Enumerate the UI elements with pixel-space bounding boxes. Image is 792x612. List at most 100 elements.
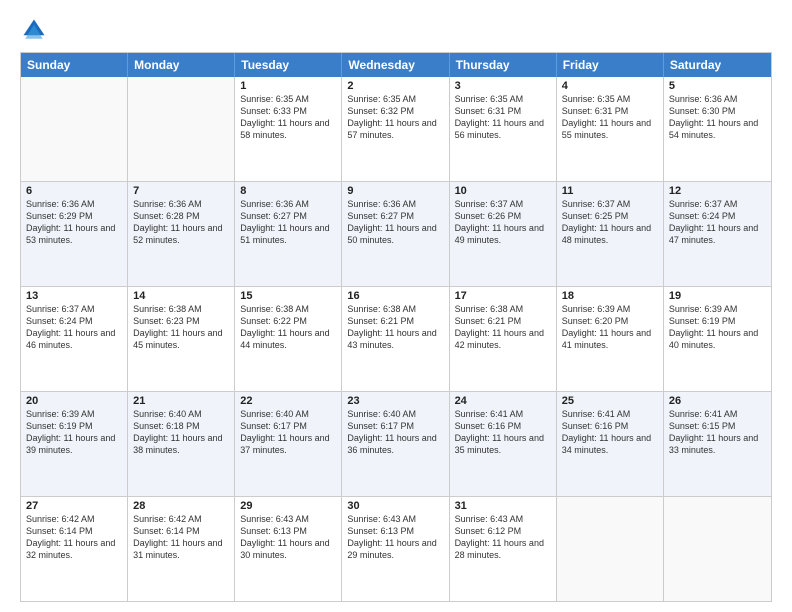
day-info: Sunrise: 6:40 AM Sunset: 6:18 PM Dayligh… — [133, 408, 229, 457]
day-number: 22 — [240, 395, 336, 407]
day-info: Sunrise: 6:36 AM Sunset: 6:29 PM Dayligh… — [26, 198, 122, 247]
day-number: 2 — [347, 80, 443, 92]
header-day-sunday: Sunday — [21, 53, 128, 77]
cal-cell-day-18: 18Sunrise: 6:39 AM Sunset: 6:20 PM Dayli… — [557, 287, 664, 391]
cal-cell-day-26: 26Sunrise: 6:41 AM Sunset: 6:15 PM Dayli… — [664, 392, 771, 496]
cal-cell-day-27: 27Sunrise: 6:42 AM Sunset: 6:14 PM Dayli… — [21, 497, 128, 601]
calendar-row-5: 27Sunrise: 6:42 AM Sunset: 6:14 PM Dayli… — [21, 496, 771, 601]
day-info: Sunrise: 6:35 AM Sunset: 6:32 PM Dayligh… — [347, 93, 443, 142]
day-info: Sunrise: 6:43 AM Sunset: 6:13 PM Dayligh… — [240, 513, 336, 562]
header — [20, 16, 772, 44]
day-info: Sunrise: 6:35 AM Sunset: 6:33 PM Dayligh… — [240, 93, 336, 142]
calendar-row-3: 13Sunrise: 6:37 AM Sunset: 6:24 PM Dayli… — [21, 286, 771, 391]
day-number: 15 — [240, 290, 336, 302]
cal-cell-empty — [664, 497, 771, 601]
logo — [20, 16, 52, 44]
cal-cell-day-9: 9Sunrise: 6:36 AM Sunset: 6:27 PM Daylig… — [342, 182, 449, 286]
day-number: 11 — [562, 185, 658, 197]
day-number: 16 — [347, 290, 443, 302]
cal-cell-day-21: 21Sunrise: 6:40 AM Sunset: 6:18 PM Dayli… — [128, 392, 235, 496]
cal-cell-day-2: 2Sunrise: 6:35 AM Sunset: 6:32 PM Daylig… — [342, 77, 449, 181]
day-info: Sunrise: 6:36 AM Sunset: 6:28 PM Dayligh… — [133, 198, 229, 247]
day-info: Sunrise: 6:36 AM Sunset: 6:27 PM Dayligh… — [347, 198, 443, 247]
day-number: 21 — [133, 395, 229, 407]
day-number: 7 — [133, 185, 229, 197]
cal-cell-day-12: 12Sunrise: 6:37 AM Sunset: 6:24 PM Dayli… — [664, 182, 771, 286]
calendar-body: 1Sunrise: 6:35 AM Sunset: 6:33 PM Daylig… — [21, 77, 771, 601]
cal-cell-empty — [21, 77, 128, 181]
cal-cell-day-25: 25Sunrise: 6:41 AM Sunset: 6:16 PM Dayli… — [557, 392, 664, 496]
cal-cell-day-6: 6Sunrise: 6:36 AM Sunset: 6:29 PM Daylig… — [21, 182, 128, 286]
day-info: Sunrise: 6:35 AM Sunset: 6:31 PM Dayligh… — [562, 93, 658, 142]
day-number: 5 — [669, 80, 766, 92]
cal-cell-day-13: 13Sunrise: 6:37 AM Sunset: 6:24 PM Dayli… — [21, 287, 128, 391]
day-number: 4 — [562, 80, 658, 92]
cal-cell-day-14: 14Sunrise: 6:38 AM Sunset: 6:23 PM Dayli… — [128, 287, 235, 391]
cal-cell-day-31: 31Sunrise: 6:43 AM Sunset: 6:12 PM Dayli… — [450, 497, 557, 601]
day-number: 1 — [240, 80, 336, 92]
day-number: 18 — [562, 290, 658, 302]
cal-cell-day-16: 16Sunrise: 6:38 AM Sunset: 6:21 PM Dayli… — [342, 287, 449, 391]
day-info: Sunrise: 6:42 AM Sunset: 6:14 PM Dayligh… — [26, 513, 122, 562]
day-number: 23 — [347, 395, 443, 407]
cal-cell-day-23: 23Sunrise: 6:40 AM Sunset: 6:17 PM Dayli… — [342, 392, 449, 496]
day-info: Sunrise: 6:41 AM Sunset: 6:16 PM Dayligh… — [562, 408, 658, 457]
calendar-row-1: 1Sunrise: 6:35 AM Sunset: 6:33 PM Daylig… — [21, 77, 771, 181]
day-info: Sunrise: 6:37 AM Sunset: 6:25 PM Dayligh… — [562, 198, 658, 247]
day-info: Sunrise: 6:43 AM Sunset: 6:12 PM Dayligh… — [455, 513, 551, 562]
day-number: 13 — [26, 290, 122, 302]
day-number: 24 — [455, 395, 551, 407]
day-info: Sunrise: 6:38 AM Sunset: 6:21 PM Dayligh… — [455, 303, 551, 352]
day-info: Sunrise: 6:38 AM Sunset: 6:21 PM Dayligh… — [347, 303, 443, 352]
header-day-tuesday: Tuesday — [235, 53, 342, 77]
cal-cell-day-29: 29Sunrise: 6:43 AM Sunset: 6:13 PM Dayli… — [235, 497, 342, 601]
logo-icon — [20, 16, 48, 44]
cal-cell-day-28: 28Sunrise: 6:42 AM Sunset: 6:14 PM Dayli… — [128, 497, 235, 601]
day-number: 28 — [133, 500, 229, 512]
calendar-row-4: 20Sunrise: 6:39 AM Sunset: 6:19 PM Dayli… — [21, 391, 771, 496]
cal-cell-empty — [128, 77, 235, 181]
cal-cell-empty — [557, 497, 664, 601]
day-info: Sunrise: 6:37 AM Sunset: 6:24 PM Dayligh… — [26, 303, 122, 352]
cal-cell-day-11: 11Sunrise: 6:37 AM Sunset: 6:25 PM Dayli… — [557, 182, 664, 286]
header-day-friday: Friday — [557, 53, 664, 77]
day-info: Sunrise: 6:37 AM Sunset: 6:24 PM Dayligh… — [669, 198, 766, 247]
day-number: 19 — [669, 290, 766, 302]
header-day-monday: Monday — [128, 53, 235, 77]
cal-cell-day-8: 8Sunrise: 6:36 AM Sunset: 6:27 PM Daylig… — [235, 182, 342, 286]
day-info: Sunrise: 6:39 AM Sunset: 6:20 PM Dayligh… — [562, 303, 658, 352]
cal-cell-day-17: 17Sunrise: 6:38 AM Sunset: 6:21 PM Dayli… — [450, 287, 557, 391]
day-info: Sunrise: 6:39 AM Sunset: 6:19 PM Dayligh… — [669, 303, 766, 352]
day-number: 6 — [26, 185, 122, 197]
header-day-wednesday: Wednesday — [342, 53, 449, 77]
calendar-row-2: 6Sunrise: 6:36 AM Sunset: 6:29 PM Daylig… — [21, 181, 771, 286]
cal-cell-day-7: 7Sunrise: 6:36 AM Sunset: 6:28 PM Daylig… — [128, 182, 235, 286]
day-number: 12 — [669, 185, 766, 197]
day-number: 25 — [562, 395, 658, 407]
cal-cell-day-20: 20Sunrise: 6:39 AM Sunset: 6:19 PM Dayli… — [21, 392, 128, 496]
day-number: 26 — [669, 395, 766, 407]
day-info: Sunrise: 6:38 AM Sunset: 6:22 PM Dayligh… — [240, 303, 336, 352]
day-info: Sunrise: 6:38 AM Sunset: 6:23 PM Dayligh… — [133, 303, 229, 352]
day-info: Sunrise: 6:37 AM Sunset: 6:26 PM Dayligh… — [455, 198, 551, 247]
day-number: 14 — [133, 290, 229, 302]
header-day-thursday: Thursday — [450, 53, 557, 77]
day-number: 20 — [26, 395, 122, 407]
header-day-saturday: Saturday — [664, 53, 771, 77]
cal-cell-day-22: 22Sunrise: 6:40 AM Sunset: 6:17 PM Dayli… — [235, 392, 342, 496]
day-number: 30 — [347, 500, 443, 512]
day-number: 3 — [455, 80, 551, 92]
cal-cell-day-1: 1Sunrise: 6:35 AM Sunset: 6:33 PM Daylig… — [235, 77, 342, 181]
day-info: Sunrise: 6:40 AM Sunset: 6:17 PM Dayligh… — [347, 408, 443, 457]
day-info: Sunrise: 6:43 AM Sunset: 6:13 PM Dayligh… — [347, 513, 443, 562]
page: SundayMondayTuesdayWednesdayThursdayFrid… — [0, 0, 792, 612]
cal-cell-day-10: 10Sunrise: 6:37 AM Sunset: 6:26 PM Dayli… — [450, 182, 557, 286]
day-number: 9 — [347, 185, 443, 197]
cal-cell-day-3: 3Sunrise: 6:35 AM Sunset: 6:31 PM Daylig… — [450, 77, 557, 181]
cal-cell-day-4: 4Sunrise: 6:35 AM Sunset: 6:31 PM Daylig… — [557, 77, 664, 181]
day-number: 29 — [240, 500, 336, 512]
calendar: SundayMondayTuesdayWednesdayThursdayFrid… — [20, 52, 772, 602]
day-number: 31 — [455, 500, 551, 512]
cal-cell-day-24: 24Sunrise: 6:41 AM Sunset: 6:16 PM Dayli… — [450, 392, 557, 496]
cal-cell-day-15: 15Sunrise: 6:38 AM Sunset: 6:22 PM Dayli… — [235, 287, 342, 391]
